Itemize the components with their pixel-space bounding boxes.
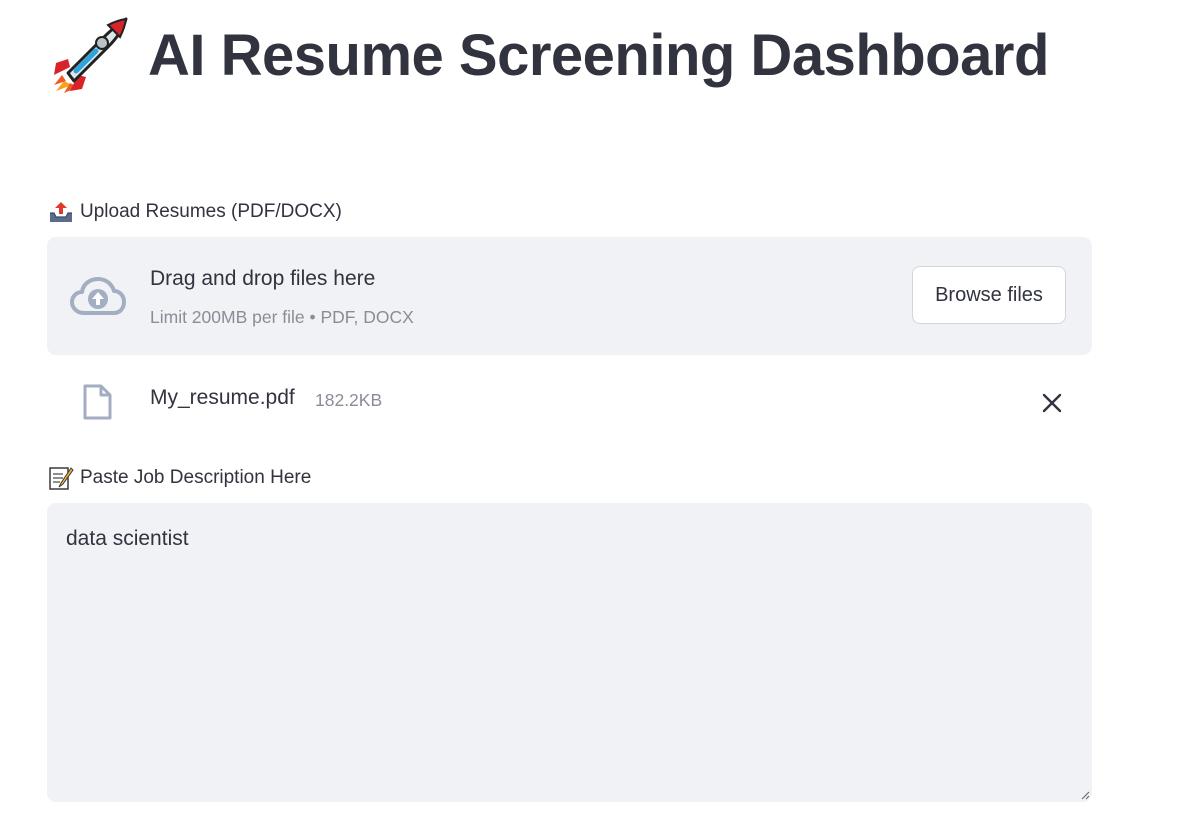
uploaded-file-size: 182.2KB xyxy=(315,390,383,410)
cloud-upload-icon xyxy=(70,277,126,315)
page: AI Resume Screening Dashboard Upload Res… xyxy=(0,0,1202,819)
resize-handle-icon[interactable] xyxy=(1078,788,1090,800)
dropzone-limit-text: Limit 200MB per file • PDF, DOCX xyxy=(150,307,414,327)
upload-label-text: Upload Resumes (PDF/DOCX) xyxy=(80,201,342,222)
uploaded-file-name: My_resume.pdf xyxy=(150,386,295,409)
rocket-icon xyxy=(54,17,128,93)
job-description-label: Paste Job Description Here xyxy=(48,466,311,490)
remove-file-close-icon[interactable] xyxy=(1040,391,1064,415)
job-description-label-text: Paste Job Description Here xyxy=(80,467,312,488)
memo-icon xyxy=(49,467,74,490)
outbox-tray-icon xyxy=(50,202,72,222)
uploaded-file-item: My_resume.pdf 182.2KB xyxy=(47,370,1092,432)
file-icon xyxy=(83,384,112,420)
upload-label: Upload Resumes (PDF/DOCX) xyxy=(48,200,342,224)
browse-files-button[interactable]: Browse files xyxy=(912,266,1066,324)
dropzone-title: Drag and drop files here xyxy=(150,267,376,290)
page-header: AI Resume Screening Dashboard xyxy=(50,14,1049,96)
job-description-value[interactable]: data scientist xyxy=(66,527,189,551)
file-dropzone[interactable]: Drag and drop files here Limit 200MB per… xyxy=(47,237,1092,355)
job-description-textarea[interactable]: data scientist xyxy=(47,503,1092,802)
page-title: AI Resume Screening Dashboard xyxy=(148,22,1049,88)
